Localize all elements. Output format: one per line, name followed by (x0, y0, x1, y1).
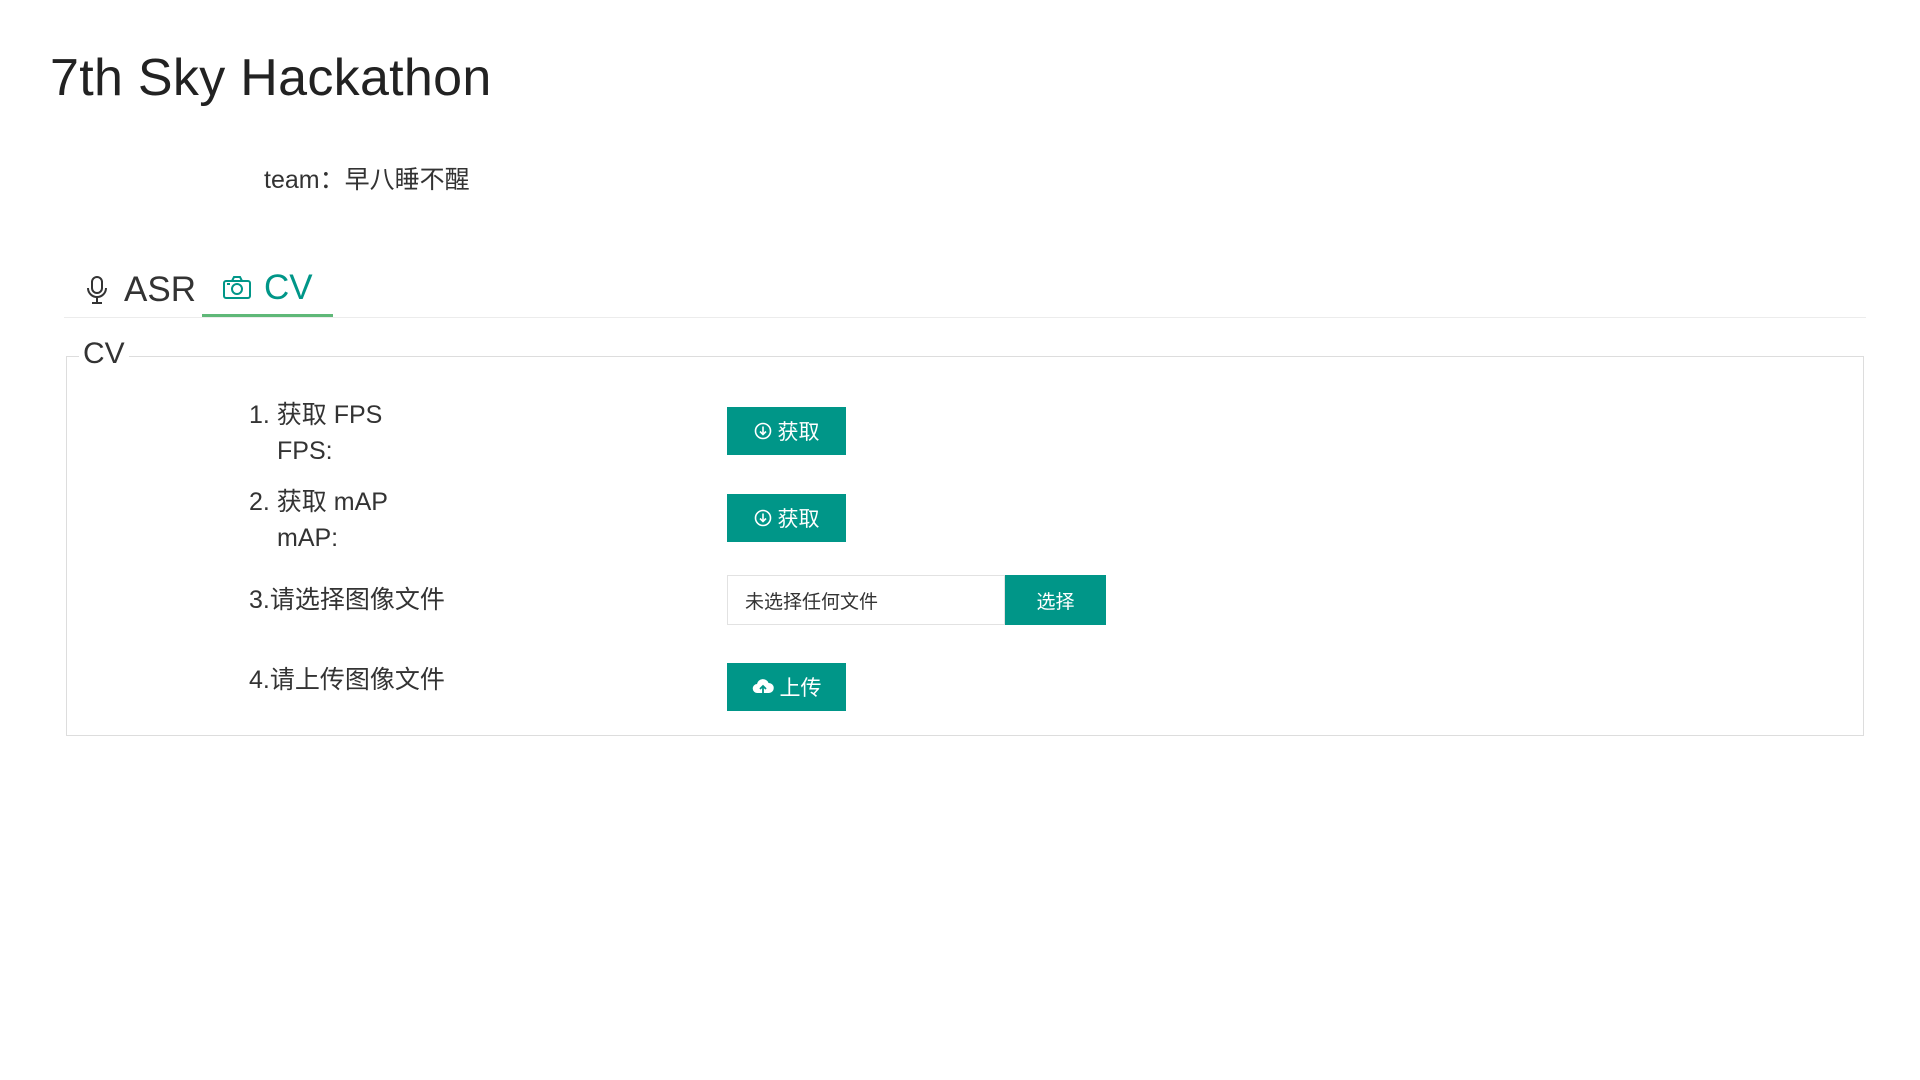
team-label: team：早八睡不醒 (264, 166, 470, 194)
tab-cv[interactable]: CV (202, 262, 333, 317)
fps-step-label: 1. 获取 FPS (249, 401, 383, 429)
choose-file-button[interactable]: 选择 (1005, 575, 1106, 625)
cv-panel: CV 1. 获取 FPS FPS: 获取 2. 获取 mAP mAP: 获取 3… (66, 337, 1864, 736)
get-fps-button-label: 获取 (777, 421, 820, 444)
get-map-button-label: 获取 (777, 508, 820, 531)
upload-button[interactable]: 上传 (727, 663, 846, 711)
camera-icon (223, 276, 251, 299)
select-step-label: 3.请选择图像文件 (249, 586, 445, 614)
upload-button-label: 上传 (779, 677, 822, 700)
get-map-button[interactable]: 获取 (727, 494, 846, 542)
upload-step-label: 4.请上传图像文件 (249, 666, 445, 694)
tab-asr[interactable]: ASR (84, 262, 196, 317)
map-value-label: mAP: (277, 524, 339, 552)
panel-legend: CV (79, 337, 129, 371)
file-status-field[interactable]: 未选择任何文件 (727, 575, 1005, 625)
tab-cv-label: CV (264, 268, 313, 307)
tab-asr-label: ASR (124, 269, 196, 309)
tab-bar: ASR CV (64, 262, 1866, 318)
microphone-icon (87, 275, 107, 304)
map-step-label: 2. 获取 mAP (249, 488, 388, 516)
page-title: 7th Sky Hackathon (50, 49, 492, 107)
download-circle-icon (754, 509, 771, 527)
choose-file-button-label: 选择 (1036, 591, 1075, 613)
get-fps-button[interactable]: 获取 (727, 407, 846, 455)
cloud-upload-icon (752, 679, 774, 694)
download-circle-icon (754, 422, 771, 440)
fps-value-label: FPS: (277, 437, 333, 465)
file-status-text: 未选择任何文件 (745, 591, 879, 613)
